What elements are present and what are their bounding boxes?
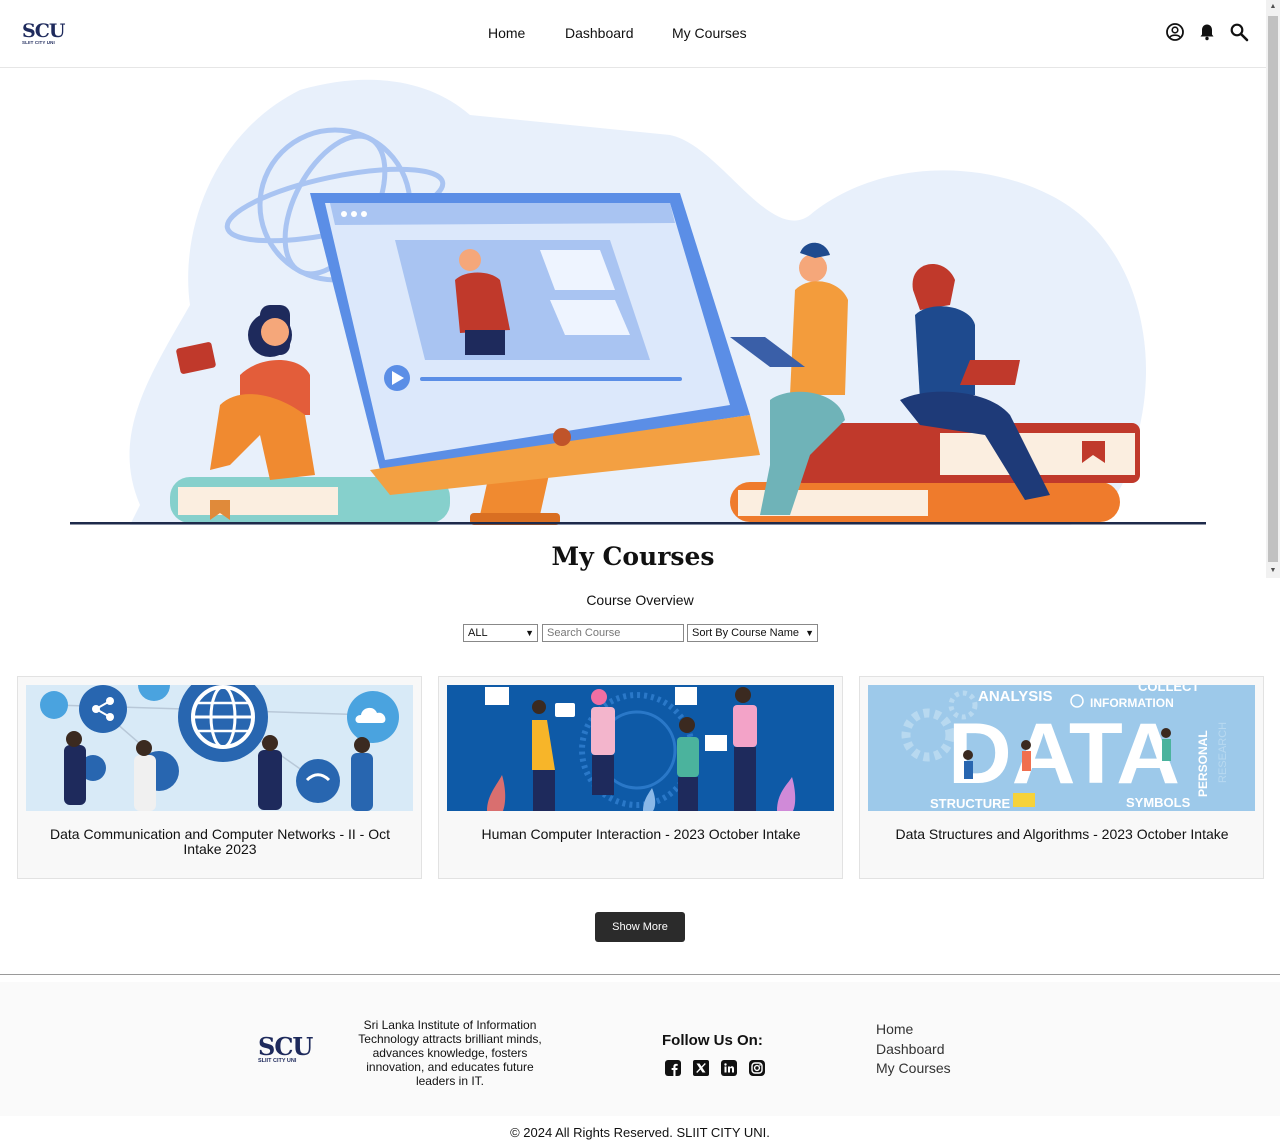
nav-my-courses[interactable]: My Courses [672,25,747,41]
image-word: DATA [948,706,1180,802]
search-course-input[interactable]: Search Course [542,624,684,642]
top-header: SCU SLIIT CITY UNI Home Dashboard My Cou… [0,0,1266,68]
show-more-button[interactable]: Show More [595,912,685,942]
main-nav: Home Dashboard My Courses [0,25,1266,45]
course-card[interactable]: ANALYSIS COLLECT INFORMATION DATA STRUCT… [859,676,1264,879]
footer-logo[interactable]: SCU SLIIT CITY UNI [258,1032,313,1066]
chevron-down-icon: ▼ [525,628,534,638]
footer-description: Sri Lanka Institute of Information Techn… [358,1018,542,1088]
account-circle-icon[interactable] [1165,22,1185,42]
facebook-icon[interactable] [665,1060,681,1076]
scrollbar-thumb[interactable] [1268,16,1278,562]
image-word: ANALYSIS [978,688,1052,705]
footer-link-dashboard[interactable]: Dashboard [876,1040,951,1060]
nav-home[interactable]: Home [488,25,525,41]
image-word: STRUCTURE [930,796,1010,811]
image-word: PERSONAL [1196,730,1210,797]
image-word: RESEARCH [1217,722,1229,783]
linkedin-icon[interactable] [721,1060,737,1076]
category-select-value: ALL [468,627,488,639]
sort-select[interactable]: Sort By Course Name ▼ [687,624,818,642]
page-title: My Courses [551,542,715,571]
course-title[interactable]: Data Structures and Algorithms - 2023 Oc… [872,827,1252,842]
course-card[interactable]: Human Computer Interaction - 2023 Octobe… [438,676,843,879]
instagram-icon[interactable] [749,1060,765,1076]
scroll-up-arrow[interactable]: ▲ [1266,0,1280,14]
footer-logo-text: SCU [258,1032,313,1061]
image-word: COLLECT [1138,685,1199,694]
category-select[interactable]: ALL ▼ [463,624,538,642]
course-title[interactable]: Data Communication and Computer Networks… [30,827,410,857]
scroll-down-arrow[interactable]: ▼ [1266,564,1280,578]
search-icon[interactable] [1229,22,1249,42]
chevron-down-icon: ▼ [805,628,814,638]
course-card[interactable]: Data Communication and Computer Networks… [17,676,422,879]
course-image-networks [26,685,413,811]
bell-icon[interactable] [1197,22,1217,42]
x-icon[interactable] [693,1060,709,1076]
footer-link-my-courses[interactable]: My Courses [876,1059,951,1079]
footer-link-home[interactable]: Home [876,1020,951,1040]
image-word: SYMBOLS [1126,795,1191,810]
footer-links: Home Dashboard My Courses [876,1020,951,1079]
course-image-dsa: ANALYSIS COLLECT INFORMATION DATA STRUCT… [868,685,1255,811]
sort-select-value: Sort By Course Name [692,627,799,639]
footer [0,982,1280,1116]
page-subtitle: Course Overview [586,592,694,608]
footer-divider [0,974,1280,975]
nav-dashboard[interactable]: Dashboard [565,25,634,41]
course-image-hci [447,685,834,811]
hero-illustration [70,79,1206,525]
copyright: © 2024 All Rights Reserved. SLIIT CITY U… [510,1125,770,1140]
follow-us-heading: Follow Us On: [662,1032,763,1049]
course-title[interactable]: Human Computer Interaction - 2023 Octobe… [451,827,831,842]
